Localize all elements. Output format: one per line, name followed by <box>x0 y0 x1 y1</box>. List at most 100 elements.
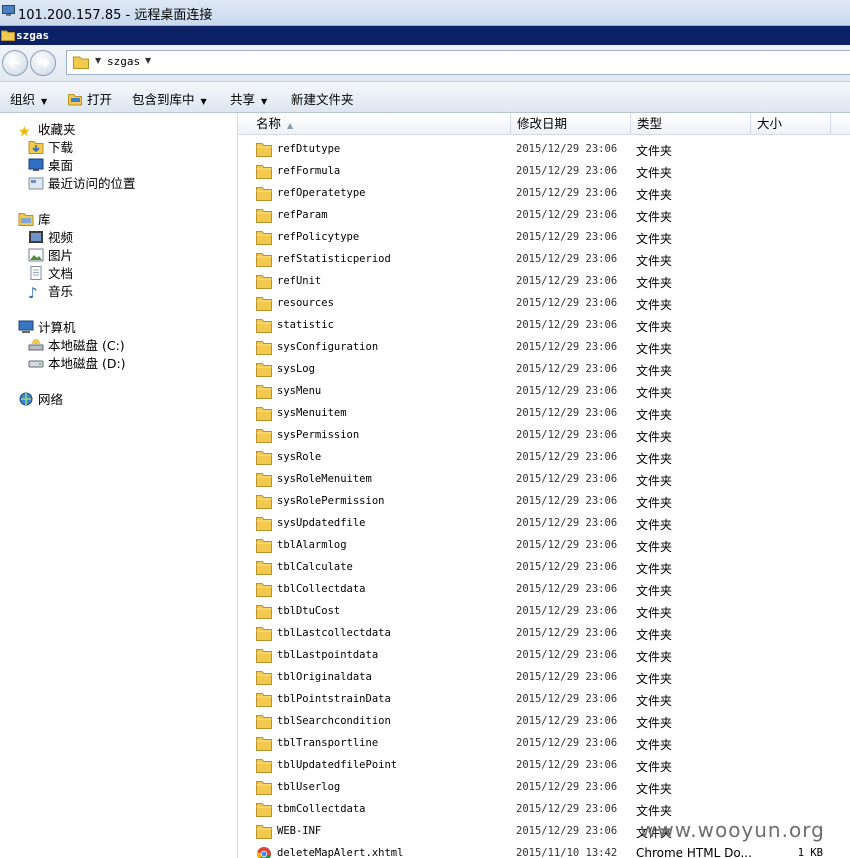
file-row[interactable]: tblUpdatedfilePoint 2015/12/29 23:06 文件夹 <box>238 755 850 777</box>
file-row[interactable]: tblLastpointdata 2015/12/29 23:06 文件夹 <box>238 645 850 667</box>
file-row[interactable]: tblCalculate 2015/12/29 23:06 文件夹 <box>238 557 850 579</box>
nav-downloads[interactable]: 下载 <box>28 139 73 157</box>
documents-icon <box>30 266 42 280</box>
file-row[interactable]: sysPermission 2015/12/29 23:06 文件夹 <box>238 425 850 447</box>
nav-disk-c[interactable]: 本地磁盘 (C:) <box>28 337 125 355</box>
nav-documents-label: 文档 <box>48 266 74 281</box>
file-row[interactable]: tblOriginaldata 2015/12/29 23:06 文件夹 <box>238 667 850 689</box>
file-row[interactable]: refFormula 2015/12/29 23:06 文件夹 <box>238 161 850 183</box>
organize-label: 组织 <box>10 92 36 107</box>
folder-icon <box>256 296 272 314</box>
pictures-icon <box>28 248 44 262</box>
file-modified-date: 2015/12/29 23:06 <box>516 605 618 617</box>
file-row[interactable]: statistic 2015/12/29 23:06 文件夹 <box>238 315 850 337</box>
file-name: tblDtuCost <box>277 605 341 617</box>
file-row[interactable]: sysMenuitem 2015/12/29 23:06 文件夹 <box>238 403 850 425</box>
file-name: tblUserlog <box>277 781 341 793</box>
folder-icon <box>256 318 272 336</box>
hard-drive-icon <box>28 360 44 368</box>
nav-disk-d[interactable]: 本地磁盘 (D:) <box>28 355 126 373</box>
nav-music[interactable]: ♪ 音乐 <box>28 283 73 301</box>
breadcrumb-dropdown-icon[interactable]: ▼ <box>145 56 151 65</box>
file-name: WEB-INF <box>277 825 322 837</box>
breadcrumb-arrow-icon[interactable]: ▼ <box>95 56 101 65</box>
file-row[interactable]: refParam 2015/12/29 23:06 文件夹 <box>238 205 850 227</box>
file-type: 文件夹 <box>636 672 673 686</box>
file-name: sysRoleMenuitem <box>277 473 372 485</box>
column-header-type[interactable]: 类型 <box>631 113 751 134</box>
window-title-bar: szgas <box>0 26 850 45</box>
nav-favorites[interactable]: ★ 收藏夹 <box>18 121 76 139</box>
chevron-down-icon: ▼ <box>41 97 48 106</box>
file-name: tblUpdatedfilePoint <box>277 759 398 771</box>
nav-libraries[interactable]: 库 <box>18 211 51 229</box>
nav-computer[interactable]: 计算机 <box>18 319 76 337</box>
file-name: sysRolePermission <box>277 495 385 507</box>
file-row[interactable]: sysMenu 2015/12/29 23:06 文件夹 <box>238 381 850 403</box>
column-header-modified[interactable]: 修改日期 <box>511 113 631 134</box>
back-button[interactable] <box>2 50 28 76</box>
file-row[interactable]: sysRole 2015/12/29 23:06 文件夹 <box>238 447 850 469</box>
nav-desktop-label: 桌面 <box>48 158 74 173</box>
column-header-size[interactable]: 大小 <box>751 113 831 134</box>
nav-network[interactable]: 网络 <box>18 391 63 409</box>
file-row[interactable]: sysUpdatedfile 2015/12/29 23:06 文件夹 <box>238 513 850 535</box>
nav-libraries-label: 库 <box>38 212 51 227</box>
nav-videos[interactable]: 视频 <box>28 229 73 247</box>
organize-button[interactable]: 组织 ▼ <box>10 89 47 108</box>
sort-ascending-icon: ▲ <box>287 121 294 130</box>
file-row[interactable]: resources 2015/12/29 23:06 文件夹 <box>238 293 850 315</box>
nav-disk-d-label: 本地磁盘 (D:) <box>48 356 126 371</box>
nav-documents[interactable]: 文档 <box>28 265 73 283</box>
file-row[interactable]: sysRoleMenuitem 2015/12/29 23:06 文件夹 <box>238 469 850 491</box>
folder-icon <box>256 692 272 710</box>
file-row[interactable]: refPolicytype 2015/12/29 23:06 文件夹 <box>238 227 850 249</box>
share-button[interactable]: 共享 ▼ <box>230 89 267 108</box>
folder-icon <box>256 560 272 578</box>
window-title: szgas <box>16 29 50 42</box>
include-library-button[interactable]: 包含到库中 ▼ <box>132 89 207 108</box>
file-row[interactable]: tblAlarmlog 2015/12/29 23:06 文件夹 <box>238 535 850 557</box>
file-name: tblAlarmlog <box>277 539 347 551</box>
file-name: tblSearchcondition <box>277 715 391 727</box>
forward-button[interactable] <box>30 50 56 76</box>
nav-pictures[interactable]: 图片 <box>28 247 73 265</box>
nav-recent[interactable]: 最近访问的位置 <box>28 175 136 193</box>
file-row[interactable]: refDtutype 2015/12/29 23:06 文件夹 <box>238 139 850 161</box>
file-row[interactable]: refStatisticperiod 2015/12/29 23:06 文件夹 <box>238 249 850 271</box>
file-modified-date: 2015/12/29 23:06 <box>516 253 618 265</box>
file-name: refPolicytype <box>277 231 360 243</box>
open-button[interactable]: 打开 <box>68 89 112 108</box>
file-name: refParam <box>277 209 328 221</box>
new-folder-button[interactable]: 新建文件夹 <box>291 89 354 108</box>
file-row[interactable]: tblUserlog 2015/12/29 23:06 文件夹 <box>238 777 850 799</box>
column-header-name[interactable]: 名称 ▲ <box>238 113 511 134</box>
file-row[interactable]: tblTransportline 2015/12/29 23:06 文件夹 <box>238 733 850 755</box>
nav-desktop[interactable]: 桌面 <box>28 157 73 175</box>
file-type: 文件夹 <box>636 782 673 796</box>
file-modified-date: 2015/12/29 23:06 <box>516 561 618 573</box>
file-row[interactable]: sysRolePermission 2015/12/29 23:06 文件夹 <box>238 491 850 513</box>
music-icon: ♪ <box>28 284 38 302</box>
breadcrumb-szgas[interactable]: szgas <box>107 55 140 68</box>
file-row[interactable]: sysConfiguration 2015/12/29 23:06 文件夹 <box>238 337 850 359</box>
file-row[interactable]: tblSearchcondition 2015/12/29 23:06 文件夹 <box>238 711 850 733</box>
watermark: www.wooyun.org <box>640 818 825 842</box>
file-row[interactable]: refOperatetype 2015/12/29 23:06 文件夹 <box>238 183 850 205</box>
forward-arrow-icon <box>39 58 50 68</box>
file-row[interactable]: deleteMapAlert.xhtml 2015/11/10 13:42 Chro… <box>238 843 850 858</box>
file-modified-date: 2015/12/29 23:06 <box>516 693 618 705</box>
file-row[interactable]: tblDtuCost 2015/12/29 23:06 文件夹 <box>238 601 850 623</box>
file-row[interactable]: sysLog 2015/12/29 23:06 文件夹 <box>238 359 850 381</box>
file-name: refFormula <box>277 165 341 177</box>
address-field[interactable]: ▼ szgas ▼ <box>66 50 850 75</box>
file-modified-date: 2015/12/29 23:06 <box>516 407 618 419</box>
nav-downloads-label: 下载 <box>48 140 74 155</box>
file-row[interactable]: tblLastcollectdata 2015/12/29 23:06 文件夹 <box>238 623 850 645</box>
folder-icon <box>256 670 272 688</box>
file-modified-date: 2015/12/29 23:06 <box>516 451 618 463</box>
file-row[interactable]: tblPointstrainData 2015/12/29 23:06 文件夹 <box>238 689 850 711</box>
file-row[interactable]: refUnit 2015/12/29 23:06 文件夹 <box>238 271 850 293</box>
folder-icon <box>256 648 272 666</box>
file-row[interactable]: tblCollectdata 2015/12/29 23:06 文件夹 <box>238 579 850 601</box>
